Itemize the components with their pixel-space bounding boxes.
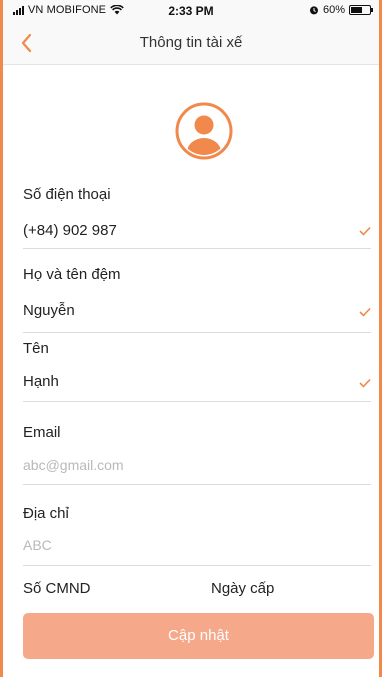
check-icon bbox=[359, 226, 371, 236]
phone-screen: VN MOBIFONE 2:33 PM 60% Thông tin tài xế… bbox=[0, 0, 382, 677]
phone-field[interactable]: (+84) 902 987 bbox=[23, 222, 117, 239]
address-label: Địa chỉ bbox=[23, 505, 69, 522]
update-button[interactable]: Cập nhật bbox=[23, 613, 374, 659]
first-name-field[interactable]: Hạnh bbox=[23, 373, 59, 390]
status-bar: VN MOBIFONE 2:33 PM 60% bbox=[3, 0, 379, 22]
divider bbox=[23, 484, 371, 485]
battery-fill bbox=[351, 7, 362, 13]
email-field[interactable]: abc@gmail.com bbox=[23, 457, 124, 473]
user-avatar-icon[interactable] bbox=[175, 102, 233, 160]
middle-name-label: Họ và tên đệm bbox=[23, 266, 121, 283]
address-field[interactable]: ABC bbox=[23, 537, 52, 553]
middle-name-field[interactable]: Nguyễn bbox=[23, 302, 75, 319]
email-label: Email bbox=[23, 424, 61, 441]
id-card-label: Số CMND bbox=[23, 580, 91, 597]
page-title: Thông tin tài xế bbox=[139, 34, 243, 51]
battery-icon bbox=[349, 5, 373, 15]
divider bbox=[23, 401, 371, 402]
battery-percent: 60% bbox=[322, 4, 345, 16]
divider bbox=[23, 565, 371, 566]
phone-label: Số điện thoại bbox=[23, 186, 111, 203]
first-name-label: Tên bbox=[23, 340, 49, 357]
divider bbox=[23, 248, 371, 249]
nav-bar: Thông tin tài xế bbox=[3, 22, 379, 65]
issue-date-label: Ngày cấp bbox=[211, 580, 275, 597]
battery-tip bbox=[371, 8, 373, 12]
status-right: 60% bbox=[309, 4, 373, 16]
divider bbox=[23, 332, 371, 333]
check-icon bbox=[359, 307, 371, 317]
alarm-icon bbox=[309, 6, 318, 15]
check-icon bbox=[359, 378, 371, 388]
